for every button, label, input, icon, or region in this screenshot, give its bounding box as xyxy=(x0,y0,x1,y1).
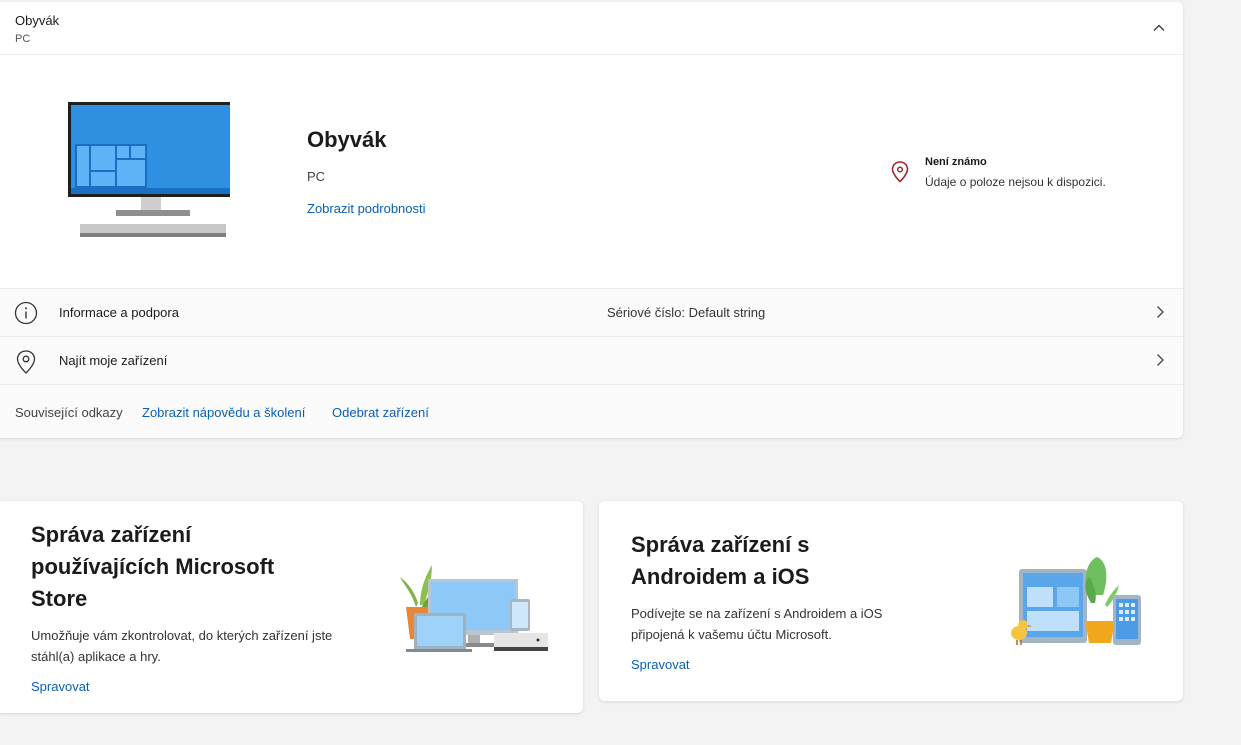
promo-title: Správa zařízení používajících Microsoft … xyxy=(31,522,275,611)
show-details-link[interactable]: Zobrazit podrobnosti xyxy=(307,201,426,216)
device-summary: Obyvák PC Zobrazit podrobnosti Není znám… xyxy=(0,55,1183,288)
chevron-right-icon xyxy=(1157,354,1164,366)
promo-card-android-ios: Správa zařízení s Androidem a iOS Podíve… xyxy=(599,501,1183,701)
collapse-button[interactable] xyxy=(1149,18,1169,38)
device-card: Obyvák PC Obyvák PC Zobrazit podrobnosti… xyxy=(0,2,1183,438)
device-type: PC xyxy=(307,169,326,184)
manage-link[interactable]: Spravovat xyxy=(31,679,90,694)
serial-number: Sériové číslo: Default string xyxy=(607,305,766,320)
promo-desc: Podívejte se na zařízení s Androidem a i… xyxy=(631,606,883,642)
info-support-label: Informace a podpora xyxy=(59,305,179,320)
location-pin-icon xyxy=(891,161,909,183)
remove-device-link[interactable]: Odebrat zařízení xyxy=(332,405,429,420)
device-card-header[interactable]: Obyvák PC xyxy=(0,2,1183,55)
info-icon xyxy=(14,301,38,325)
location-pin-icon xyxy=(16,350,36,374)
find-my-device-row[interactable]: Najít moje zařízení xyxy=(0,336,1183,384)
location-status-title: Není známo xyxy=(925,156,987,168)
pc-illustration-icon xyxy=(68,102,230,237)
device-name: Obyvák xyxy=(307,127,387,152)
related-links-label: Související odkazy xyxy=(15,405,123,420)
location-status-desc: Údaje o poloze nejsou k dispozici. xyxy=(925,175,1106,189)
promo-title: Správa zařízení s Androidem a iOS xyxy=(631,532,810,589)
device-header-subtitle: PC xyxy=(15,33,31,45)
info-support-row[interactable]: Informace a podpora Sériové číslo: Defau… xyxy=(0,288,1183,336)
promo-desc: Umožňuje vám zkontrolovat, do kterých za… xyxy=(31,628,333,664)
device-header-title: Obyvák xyxy=(15,13,60,28)
related-links-row: Související odkazy Zobrazit nápovědu a š… xyxy=(0,384,1183,438)
devices-illustration-icon xyxy=(400,565,548,652)
help-training-link[interactable]: Zobrazit nápovědu a školení xyxy=(142,405,305,420)
find-my-device-label: Najít moje zařízení xyxy=(59,353,168,368)
chevron-up-icon xyxy=(1153,24,1165,31)
chevron-right-icon xyxy=(1157,306,1164,318)
manage-link[interactable]: Spravovat xyxy=(631,657,690,672)
mobile-devices-illustration-icon xyxy=(1011,557,1141,645)
promo-card-microsoft-store: Správa zařízení používajících Microsoft … xyxy=(0,501,583,713)
